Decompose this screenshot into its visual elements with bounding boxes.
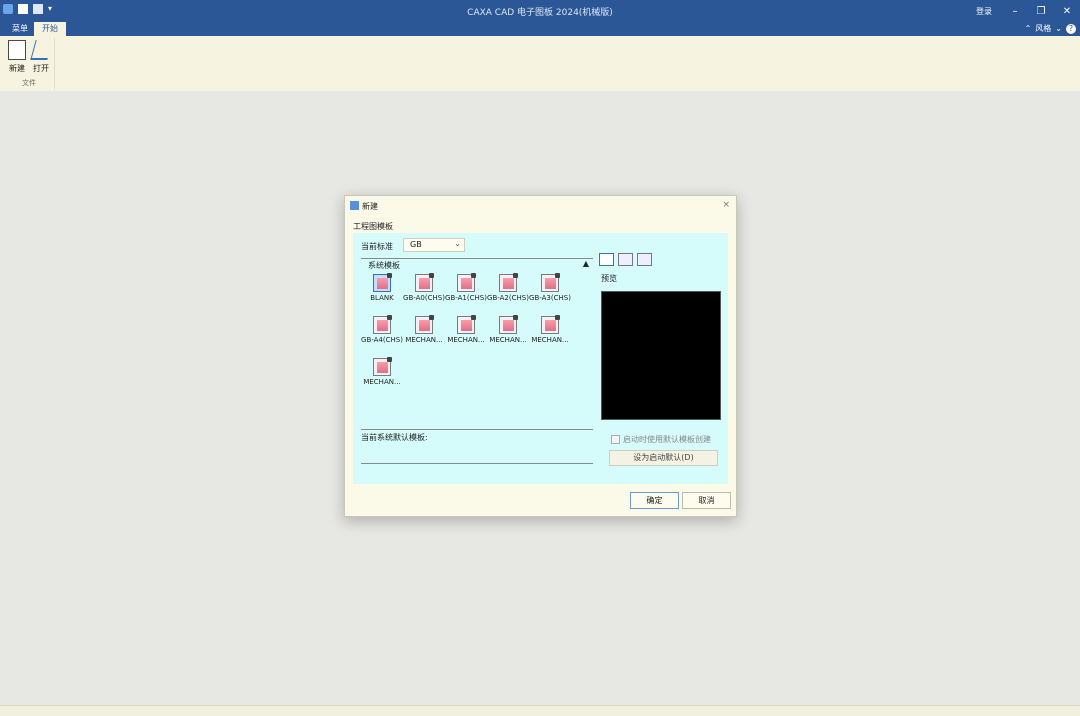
tab-start[interactable]: 开始 <box>34 22 66 36</box>
new-button-label: 新建 <box>9 64 25 73</box>
collapse-icon[interactable]: ▲ <box>583 259 589 268</box>
template-icon <box>499 273 518 292</box>
template-panel: 当前标准 GB ⌄ 系统模板 ▲ BLANK GB-A0(CHS) GB-A1(… <box>353 233 728 484</box>
template-item[interactable]: MECHAN... <box>403 315 445 344</box>
cancel-button[interactable]: 取消 <box>682 492 731 509</box>
template-label: MECHAN... <box>489 336 527 344</box>
set-default-button[interactable]: 设为启动默认(D) <box>609 450 718 466</box>
template-label: GB-A0(CHS) <box>403 294 445 302</box>
chevron-down-icon[interactable]: ⌄ <box>1055 24 1062 33</box>
new-button[interactable]: 新建 <box>6 40 28 74</box>
template-list-header: 系统模板 <box>368 261 400 270</box>
title-bar: ▾ CAXA CAD 电子图板 2024(机械版) 登录 – ❐ ✕ <box>0 0 1080 22</box>
chevron-up-icon[interactable]: ⌃ <box>1025 24 1032 33</box>
new-file-icon <box>8 40 26 60</box>
large-icons-view-icon[interactable] <box>599 253 614 266</box>
template-list[interactable]: 系统模板 ▲ BLANK GB-A0(CHS) GB-A1(CHS) GB-A2… <box>361 258 593 430</box>
template-label: GB-A2(CHS) <box>487 294 529 302</box>
standard-label: 当前标准 <box>361 242 393 251</box>
style-dropdown[interactable]: 风格 <box>1035 23 1051 34</box>
template-item[interactable]: GB-A0(CHS) <box>403 273 445 302</box>
dialog-close-icon[interactable]: × <box>722 200 730 210</box>
tabbar-right: ⌃ 风格 ⌄ ? <box>1025 23 1076 34</box>
template-icon <box>373 357 392 376</box>
section-title: 工程图模板 <box>353 222 393 231</box>
template-icon <box>499 315 518 334</box>
template-item[interactable]: MECHAN... <box>445 315 487 344</box>
template-item-blank[interactable]: BLANK <box>361 273 403 302</box>
template-icon <box>541 273 560 292</box>
standard-select[interactable]: GB ⌄ <box>403 238 465 252</box>
template-icon <box>457 273 476 292</box>
template-label: GB-A3(CHS) <box>529 294 571 302</box>
template-label: MECHAN... <box>531 336 569 344</box>
template-item[interactable]: MECHAN... <box>529 315 571 344</box>
template-item[interactable]: GB-A4(CHS) <box>361 315 403 344</box>
window-title: CAXA CAD 电子图板 2024(机械版) <box>467 8 613 18</box>
preview-pane <box>601 291 721 420</box>
tab-menu[interactable]: 菜单 <box>4 22 36 36</box>
template-item[interactable]: MECHAN... <box>361 357 403 386</box>
template-item[interactable]: GB-A2(CHS) <box>487 273 529 302</box>
maximize-button[interactable]: ❐ <box>1028 6 1054 17</box>
close-button[interactable]: ✕ <box>1054 6 1080 17</box>
startup-default-checkbox[interactable]: 启动时使用默认模板创建 <box>611 434 711 445</box>
open-folder-icon <box>29 40 53 60</box>
template-label: GB-A4(CHS) <box>361 336 403 344</box>
template-label: MECHAN... <box>447 336 485 344</box>
template-icon <box>415 315 434 334</box>
login-button[interactable]: 登录 <box>966 6 1002 17</box>
standard-select-value: GB <box>410 240 422 249</box>
view-mode-toolbar <box>599 253 652 266</box>
template-item[interactable]: GB-A3(CHS) <box>529 273 571 302</box>
chevron-down-icon: ⌄ <box>454 239 461 248</box>
dialog-app-icon <box>350 201 359 210</box>
minimize-button[interactable]: – <box>1002 6 1028 17</box>
open-button-label: 打开 <box>33 64 49 73</box>
template-label: MECHAN... <box>363 378 401 386</box>
ribbon-panel: 新建 打开 文件 <box>0 36 1080 92</box>
template-icon <box>373 315 392 334</box>
template-item[interactable]: GB-A1(CHS) <box>445 273 487 302</box>
ribbon-group-label: 文件 <box>22 79 36 87</box>
template-icon <box>457 315 476 334</box>
template-item[interactable]: MECHAN... <box>487 315 529 344</box>
open-button[interactable]: 打开 <box>29 40 53 74</box>
ok-button[interactable]: 确定 <box>630 492 679 509</box>
description-label: 当前系统默认模板: <box>361 433 428 442</box>
description-divider <box>361 463 593 464</box>
window-controls: 登录 – ❐ ✕ <box>966 0 1080 22</box>
dialog-title: 新建 <box>362 202 378 211</box>
template-icon <box>541 315 560 334</box>
template-label: BLANK <box>370 294 394 302</box>
preview-label: 预览 <box>601 274 617 283</box>
template-label: MECHAN... <box>405 336 443 344</box>
dialog-title-bar[interactable]: 新建 × <box>345 196 736 216</box>
list-view-icon[interactable] <box>618 253 633 266</box>
help-icon[interactable]: ? <box>1066 23 1076 34</box>
details-view-icon[interactable] <box>637 253 652 266</box>
template-icon <box>415 273 434 292</box>
new-document-dialog: 新建 × 工程图模板 当前标准 GB ⌄ 系统模板 ▲ BLANK GB-A0(… <box>344 195 737 517</box>
startup-default-label: 启动时使用默认模板创建 <box>623 435 711 444</box>
template-label: GB-A1(CHS) <box>445 294 487 302</box>
status-bar <box>0 705 1080 716</box>
checkbox-box <box>611 435 620 444</box>
ribbon-tab-bar: 菜单 开始 ⌃ 风格 ⌄ ? <box>0 22 1080 36</box>
template-icon <box>373 273 392 292</box>
ribbon-group-file: 新建 打开 文件 <box>4 38 55 90</box>
